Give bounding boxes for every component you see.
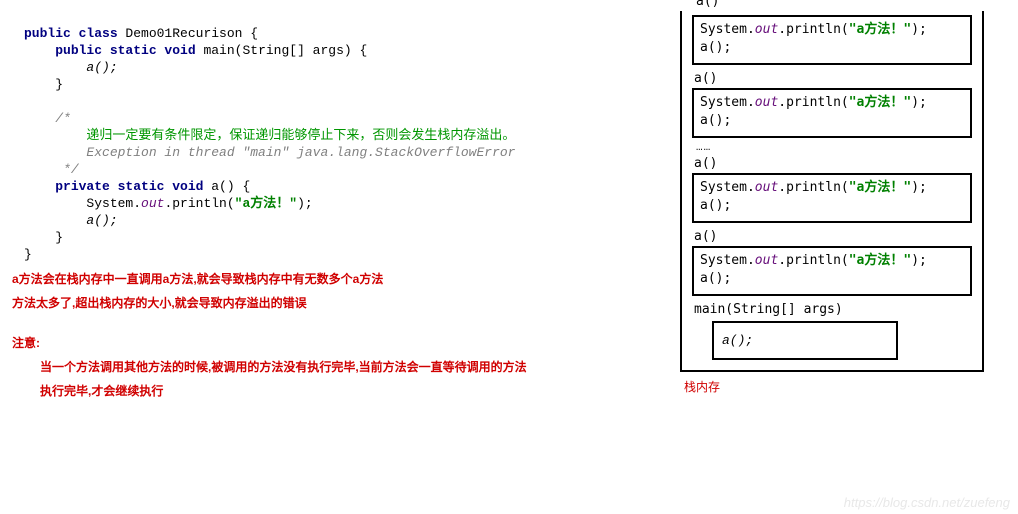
warn-note: 注意: — [12, 331, 680, 355]
txt: ); — [911, 95, 927, 110]
txt: System. — [700, 22, 755, 37]
a-label: a() — [692, 65, 982, 86]
stack-frame: System.out.println("a方法！"); a(); — [692, 88, 972, 138]
txt: ); — [911, 253, 927, 268]
kw: public class — [24, 26, 118, 41]
field: out — [755, 253, 778, 268]
stack-frame: System.out.println("a方法！"); a(); — [692, 15, 972, 65]
txt: System. — [86, 196, 141, 211]
right-pane: a() System.out.println("a方法！"); a(); a()… — [680, 0, 1018, 395]
warn-line: a方法会在栈内存中一直调用a方法,就会导致栈内存中有无数多个a方法 — [12, 267, 680, 291]
stack-frame: System.out.println("a方法！"); a(); — [692, 246, 972, 296]
txt: .println( — [778, 180, 848, 195]
brace: } — [55, 77, 63, 92]
str: "a方法！" — [849, 22, 911, 37]
str: "a方法！" — [235, 196, 297, 211]
txt: .println( — [778, 253, 848, 268]
brace: } — [55, 230, 63, 245]
txt: .println( — [778, 22, 848, 37]
stack-frame: System.out.println("a方法！"); a(); — [692, 173, 972, 223]
a-label: a() — [692, 223, 982, 244]
warn-line: 当一个方法调用其他方法的时候,被调用的方法没有执行完毕,当前方法会一直等待调用的… — [12, 355, 680, 379]
stack-outer: System.out.println("a方法！"); a(); a() Sys… — [680, 11, 984, 372]
txt: System. — [700, 180, 755, 195]
call: a(); — [722, 333, 753, 348]
txt: ); — [911, 22, 927, 37]
field: out — [755, 95, 778, 110]
kw: private static void — [55, 179, 203, 194]
str: "a方法！" — [849, 253, 911, 268]
txt: .println( — [164, 196, 234, 211]
txt: ); — [297, 196, 313, 211]
warn-line: 方法太多了,超出栈内存的大小,就会导致内存溢出的错误 — [12, 291, 680, 315]
txt: main(String[] args) { — [196, 43, 368, 58]
str: "a方法！" — [849, 180, 911, 195]
warn-block: a方法会在栈内存中一直调用a方法,就会导致栈内存中有无数多个a方法 方法太多了,… — [0, 263, 680, 403]
call: a(); — [700, 271, 731, 286]
warn-line: 执行完毕,才会继续执行 — [12, 379, 680, 403]
txt: System. — [700, 253, 755, 268]
stack-label: 栈内存 — [680, 372, 1018, 395]
dots: …… — [692, 138, 982, 154]
main-label: main(String[] args) — [692, 296, 982, 317]
txt: a() { — [203, 179, 250, 194]
cm: */ — [55, 162, 78, 177]
txt: Demo01Recurison { — [118, 26, 258, 41]
main-frame: a(); — [712, 321, 898, 360]
code-block: public class Demo01Recurison { public st… — [0, 0, 680, 263]
brace: } — [24, 247, 32, 262]
txt: ); — [911, 180, 927, 195]
call: a(); — [700, 40, 731, 55]
a-label: a() — [692, 154, 982, 171]
call: a(); — [700, 113, 731, 128]
str: "a方法！" — [849, 95, 911, 110]
hanging-call: a() — [680, 0, 1018, 9]
left-pane: public class Demo01Recurison { public st… — [0, 0, 680, 403]
txt: System. — [700, 95, 755, 110]
cm: Exception in thread "main" java.lang.Sta… — [71, 145, 516, 160]
call: a(); — [86, 60, 117, 75]
field: out — [755, 180, 778, 195]
call: a(); — [86, 213, 117, 228]
cm: 递归一定要有条件限定，保证递归能够停止下来，否则会发生栈内存溢出。 — [71, 128, 516, 143]
cm: /* — [55, 111, 71, 126]
kw: public static void — [55, 43, 195, 58]
call: a(); — [700, 198, 731, 213]
field: out — [755, 22, 778, 37]
watermark: https://blog.csdn.net/zuefeng — [844, 495, 1010, 510]
txt: .println( — [778, 95, 848, 110]
field: out — [141, 196, 164, 211]
